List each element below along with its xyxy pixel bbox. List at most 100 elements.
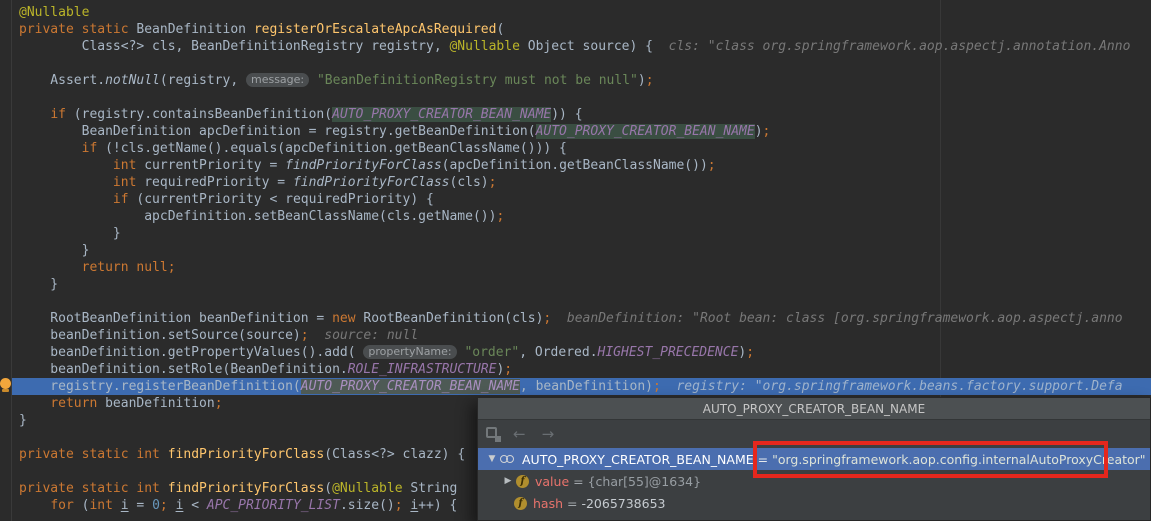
code-line[interactable]: apcDefinition.setBeanClassName(cls.getNa… [12, 208, 1151, 225]
code-token [19, 141, 82, 156]
code-line[interactable]: @Nullable [12, 4, 1151, 21]
field-icon: f [514, 497, 527, 510]
constant-icon [500, 455, 522, 463]
code-token [19, 498, 50, 513]
code-token: cls: "class org.springframework.aop.aspe… [661, 39, 1131, 54]
code-token: ) [638, 73, 646, 88]
code-token: beanDefinition.getPropertyValues().add( [19, 345, 363, 360]
popup-title: AUTO_PROXY_CREATOR_BEAN_NAME [478, 398, 1150, 420]
code-token: currentPriority = [144, 158, 285, 173]
code-token: beanDefinition.setSource(source) [19, 328, 301, 343]
variable-name: AUTO_PROXY_CREATOR_BEAN_NAME [522, 452, 754, 467]
code-token: ROLE_INFRASTRUCTURE [348, 362, 497, 377]
code-token: i [121, 498, 129, 513]
code-line[interactable]: beanDefinition.setSource(source); source… [12, 327, 1151, 344]
code-token: ; [395, 498, 403, 513]
code-token: ; [215, 396, 223, 411]
field-icon: f [516, 475, 529, 488]
code-token: notNull [105, 73, 160, 88]
code-token: (registry, [160, 73, 246, 88]
code-token: int [89, 498, 120, 513]
code-token: findPriorityForClass [293, 175, 450, 190]
equals-sign: = [563, 496, 581, 511]
editor-gutter [0, 0, 12, 521]
code-token: int [113, 175, 144, 190]
code-token: if [82, 141, 105, 156]
code-line[interactable]: if (registry.containsBeanDefinition(AUTO… [12, 106, 1151, 123]
code-token: ; [746, 345, 754, 360]
code-token: .size() [340, 498, 395, 513]
code-line[interactable]: int currentPriority = findPriorityForCla… [12, 157, 1151, 174]
expand-caret-icon[interactable]: ▶ [500, 476, 516, 486]
code-token: "order" [464, 345, 519, 360]
field-value: {char[55]@1634} [588, 474, 701, 489]
code-token: ( [324, 481, 332, 496]
code-token: @Nullable [19, 5, 89, 20]
code-token: ++) { [418, 498, 457, 513]
code-line[interactable]: registry.registerBeanDefinition(AUTO_PRO… [12, 378, 1151, 395]
field-value: -2065738653 [581, 496, 665, 511]
code-line[interactable]: } [12, 276, 1151, 293]
code-token: (cls) [450, 175, 489, 190]
code-token: ; [160, 498, 168, 513]
code-line[interactable]: } [12, 225, 1151, 242]
code-token: beanDefinition [105, 396, 215, 411]
code-token: RootBeanDefinition beanDefinition = [19, 311, 332, 326]
code-token: AUTO_PROXY_CREATOR_BEAN_NAME [332, 107, 551, 122]
code-token: RootBeanDefinition(cls) [363, 311, 543, 326]
code-token: AUTO_PROXY_CREATOR_BEAN_NAME [536, 124, 755, 139]
code-line[interactable]: beanDefinition.setRole(BeanDefinition.RO… [12, 361, 1151, 378]
code-token: ; [646, 73, 654, 88]
tree-row-hash[interactable]: f hash = -2065738653 [478, 492, 1150, 514]
forward-arrow-icon[interactable]: → [542, 425, 555, 443]
code-token: @Nullable [332, 481, 402, 496]
code-token: (Class<?> clazz) { [324, 447, 465, 462]
code-line[interactable]: Assert.notNull(registry, message: "BeanD… [12, 72, 1151, 89]
code-line[interactable]: int requiredPriority = findPriorityForCl… [12, 174, 1151, 191]
code-line[interactable] [12, 89, 1151, 106]
code-token: int [113, 158, 144, 173]
code-line[interactable] [12, 293, 1151, 310]
code-token [19, 158, 113, 173]
code-token: apcDefinition.setBeanClassName(cls.getNa… [19, 209, 496, 224]
field-name: hash [533, 496, 563, 511]
code-token: private static [19, 22, 136, 37]
code-token: ; [489, 175, 497, 190]
equals-sign: = [569, 474, 587, 489]
code-line[interactable]: BeanDefinition apcDefinition = registry.… [12, 123, 1151, 140]
code-token: findPriorityForClass [285, 158, 442, 173]
red-highlight-rectangle [753, 441, 1108, 478]
code-line[interactable]: RootBeanDefinition beanDefinition = new … [12, 310, 1151, 327]
intention-bulb-icon[interactable] [0, 378, 11, 389]
code-token: registerOrEscalateApcAsRequired [254, 22, 497, 37]
code-line[interactable]: Class<?> cls, BeanDefinitionRegistry reg… [12, 38, 1151, 55]
referring-objects-icon[interactable] [486, 427, 501, 442]
code-token: ) [755, 124, 763, 139]
code-token [19, 260, 82, 275]
code-token: new [332, 311, 363, 326]
code-token: BeanDefinition apcDefinition = registry.… [19, 124, 536, 139]
code-line[interactable]: return null; [12, 259, 1151, 276]
code-token: if [113, 192, 136, 207]
code-token: , Ordered. [519, 345, 597, 360]
code-line[interactable]: beanDefinition.getPropertyValues().add( … [12, 344, 1151, 361]
code-line[interactable]: if (currentPriority < requiredPriority) … [12, 191, 1151, 208]
code-token: registry: "org.springframework.beans.fac… [661, 379, 1123, 394]
code-token: APC_PRIORITY_LIST [207, 498, 340, 513]
code-token: ; [653, 379, 661, 394]
code-line[interactable] [12, 55, 1151, 72]
collapse-caret-icon[interactable]: ▼ [484, 454, 500, 464]
code-line[interactable]: } [12, 242, 1151, 259]
code-token: (apcDefinition.getBeanClassName()) [442, 158, 708, 173]
filled-square [495, 436, 501, 442]
code-token: AUTO_PROXY_CREATOR_BEAN_NAME [301, 379, 520, 394]
code-token: , beanDefinition) [520, 379, 653, 394]
code-token [19, 175, 113, 190]
code-token: Object source) { [520, 39, 661, 54]
back-arrow-icon[interactable]: ← [513, 425, 526, 443]
code-line[interactable]: private static BeanDefinition registerOr… [12, 21, 1151, 38]
code-token: ; [504, 362, 512, 377]
code-token: 0 [152, 498, 160, 513]
code-line[interactable]: if (!cls.getName().equals(apcDefinition.… [12, 140, 1151, 157]
code-token: beanDefinition.setRole(BeanDefinition. [19, 362, 348, 377]
